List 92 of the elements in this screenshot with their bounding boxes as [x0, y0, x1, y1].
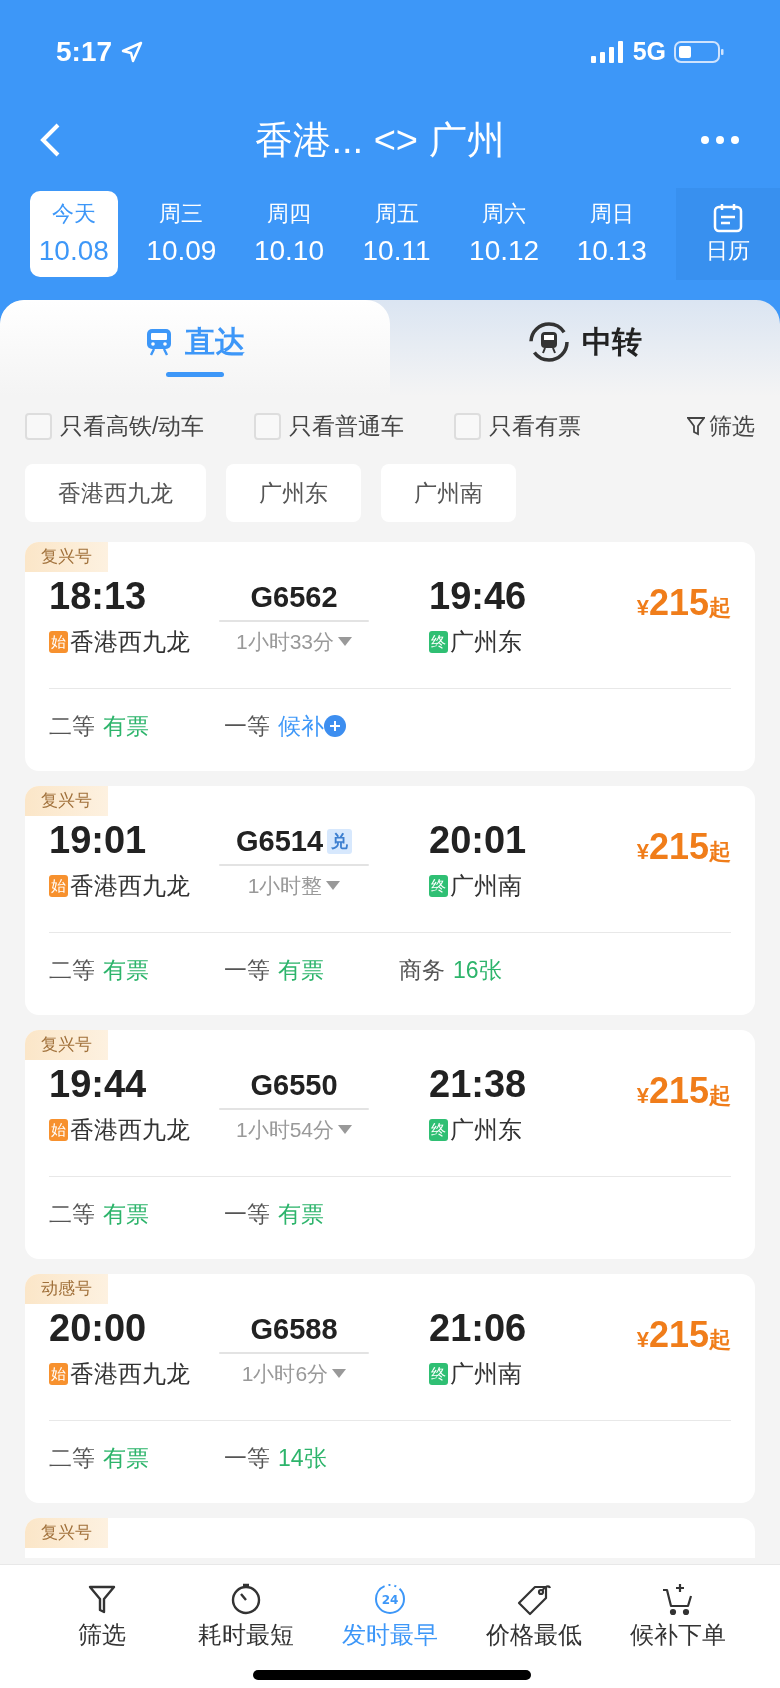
train-type-tag: 复兴号	[25, 542, 108, 572]
signal-icon	[590, 40, 625, 64]
departure-station: 香港西九龙	[70, 1114, 190, 1145]
train-icon	[145, 326, 173, 357]
caret-icon	[326, 880, 341, 890]
departure-station: 香港西九龙	[70, 626, 190, 657]
train-number: G6562	[250, 579, 338, 615]
origin-mark: 始	[49, 630, 68, 653]
network-label: 5G	[632, 36, 666, 68]
route-title: 香港... <> 广州	[254, 117, 506, 163]
seat-class: 二等	[49, 711, 95, 741]
train-number: G6550	[250, 1067, 338, 1103]
seat-class: 一等	[224, 1443, 270, 1473]
filter-checkbox[interactable]: 只看有票	[454, 408, 582, 444]
arrival-station: 广州东	[450, 626, 522, 657]
train-card[interactable]: 复兴号 19:44 始 香港西九龙 G6550 1小时54分 21:38 终 广州东 ¥215起 二等 有票 一等 有票	[25, 1030, 755, 1259]
origin-mark: 始	[49, 874, 68, 897]
arrival-station: 广州南	[450, 870, 522, 901]
train-card[interactable]: 复兴号 19:01 始 香港西九龙 G6514 兑 1小时整 20:01 终 广州南 ¥215起 二等 有票 一等 有票 商务 16张	[25, 786, 755, 1015]
arrival-station: 广州南	[450, 1358, 522, 1389]
price: ¥215起	[636, 824, 731, 869]
departure-time: 19:44	[49, 1061, 148, 1107]
train-type-tag: 复兴号	[25, 1518, 108, 1548]
train-type-tag: 复兴号	[25, 786, 108, 816]
seat-status: 有票	[103, 955, 149, 985]
arrival-station: 广州东	[450, 1114, 522, 1145]
seat-class: 一等	[224, 711, 270, 741]
station-chip[interactable]: 广州南	[381, 464, 516, 522]
train-card[interactable]: 复兴号 18:13 始 香港西九龙 G6562 1小时33分 19:46 终 广州东 ¥215起 二等 有票 一等 候补	[25, 542, 755, 771]
train-number: G6588	[250, 1311, 338, 1347]
price: ¥215起	[636, 580, 731, 625]
origin-mark: 始	[49, 1118, 68, 1141]
station-chip[interactable]: 广州东	[226, 464, 361, 522]
seat-status: 有票	[278, 1199, 324, 1229]
sort-tab[interactable]: 筛选	[30, 1581, 174, 1653]
station-chip[interactable]: 香港西九龙	[25, 464, 206, 522]
redeem-badge: 兑	[327, 828, 353, 855]
departure-station: 香港西九龙	[70, 870, 190, 901]
origin-mark: 始	[49, 1362, 68, 1385]
train-number: G6514	[235, 823, 324, 859]
seat-status: 有票	[103, 711, 149, 741]
battery-icon	[674, 40, 724, 64]
train-type-tag: 动感号	[25, 1274, 108, 1304]
filter-button[interactable]: 筛选	[687, 408, 755, 444]
arrival-time: 19:46	[429, 573, 528, 619]
mode-tab[interactable]: 中转	[390, 300, 780, 396]
price: ¥215起	[636, 1068, 731, 1113]
arrival-time: 20:01	[429, 817, 528, 863]
clock-icon: 24	[373, 1582, 407, 1616]
terminal-mark: 终	[429, 630, 448, 653]
caret-icon	[338, 1124, 352, 1134]
train-card[interactable]: 动感号 20:00 始 香港西九龙 G6588 1小时6分 21:06 终 广州南 ¥215起 二等 有票 一等 14张	[25, 1274, 755, 1503]
departure-time: 18:13	[49, 573, 148, 619]
filter-icon	[87, 1583, 117, 1615]
seat-class: 二等	[49, 1199, 95, 1229]
seat-status: 有票	[103, 1443, 149, 1473]
caret-icon	[332, 1368, 347, 1378]
price: ¥215起	[636, 1312, 731, 1357]
seat-status: 14张	[278, 1443, 327, 1473]
seat-status: 16张	[453, 955, 502, 985]
seat-class: 二等	[49, 955, 95, 985]
timer-icon	[229, 1582, 263, 1616]
arrival-time: 21:38	[429, 1061, 528, 1107]
sort-tab[interactable]: 候补下单	[606, 1581, 750, 1653]
filter-checkbox[interactable]: 只看高铁/动车	[25, 408, 205, 444]
sort-tab[interactable]: 耗时最短	[174, 1581, 318, 1653]
back-icon	[39, 122, 61, 158]
caret-icon	[338, 636, 352, 646]
terminal-mark: 终	[429, 874, 448, 897]
train-card[interactable]: 复兴号	[25, 1518, 755, 1558]
location-icon	[120, 40, 145, 64]
calendar-icon	[711, 201, 744, 234]
seat-class: 一等	[224, 955, 270, 985]
departure-time: 19:01	[49, 817, 148, 863]
filter-checkbox[interactable]: 只看普通车	[254, 408, 405, 444]
departure-time: 20:00	[49, 1305, 148, 1351]
seat-status: 有票	[278, 955, 324, 985]
departure-station: 香港西九龙	[70, 1358, 190, 1389]
transfer-train-icon	[528, 320, 570, 363]
status-time: 5:17	[56, 35, 113, 69]
arrival-time: 21:06	[429, 1305, 528, 1351]
train-type-tag: 复兴号	[25, 1030, 108, 1060]
terminal-mark: 终	[429, 1118, 448, 1141]
sort-tab[interactable]: 价格最低	[462, 1581, 606, 1653]
seat-class: 商务	[399, 955, 445, 985]
seat-class: 二等	[49, 1443, 95, 1473]
add-icon[interactable]	[324, 714, 346, 737]
terminal-mark: 终	[429, 1362, 448, 1385]
more-icon	[700, 135, 740, 145]
filter-icon	[687, 416, 705, 436]
seat-status: 有票	[103, 1199, 149, 1229]
seat-class: 一等	[224, 1199, 270, 1229]
